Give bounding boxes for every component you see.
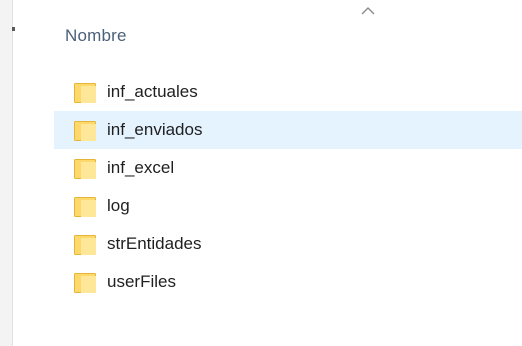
file-name: inf_enviados: [107, 120, 203, 139]
folder-icon: [74, 273, 96, 293]
column-header-bar: Nombre: [54, 0, 522, 62]
file-explorer-pane: Nombre inf_actuales inf_enviados inf_exc…: [0, 0, 522, 346]
list-item-inf-enviados[interactable]: inf_enviados: [54, 111, 522, 149]
file-name: inf_excel: [107, 158, 175, 177]
sort-ascending-icon: [361, 7, 375, 15]
folder-icon: [74, 121, 96, 141]
navigation-pane-edge[interactable]: [0, 0, 13, 346]
list-item-log[interactable]: log: [54, 187, 522, 225]
file-name: inf_actuales: [107, 82, 198, 101]
folder-icon: [74, 159, 96, 179]
file-name: userFiles: [107, 272, 176, 291]
pane-splitter-handle[interactable]: [12, 27, 15, 31]
file-list: inf_actuales inf_enviados inf_excel log …: [54, 73, 522, 301]
file-name: log: [107, 196, 130, 215]
folder-icon: [74, 83, 96, 103]
list-item-inf-actuales[interactable]: inf_actuales: [54, 73, 522, 111]
folder-icon: [74, 197, 96, 217]
name-column-header[interactable]: Nombre: [65, 26, 127, 46]
list-item-inf-excel[interactable]: inf_excel: [54, 149, 522, 187]
list-item-strentidades[interactable]: strEntidades: [54, 225, 522, 263]
list-item-userfiles[interactable]: userFiles: [54, 263, 522, 301]
folder-icon: [74, 235, 96, 255]
file-name: strEntidades: [107, 234, 202, 253]
